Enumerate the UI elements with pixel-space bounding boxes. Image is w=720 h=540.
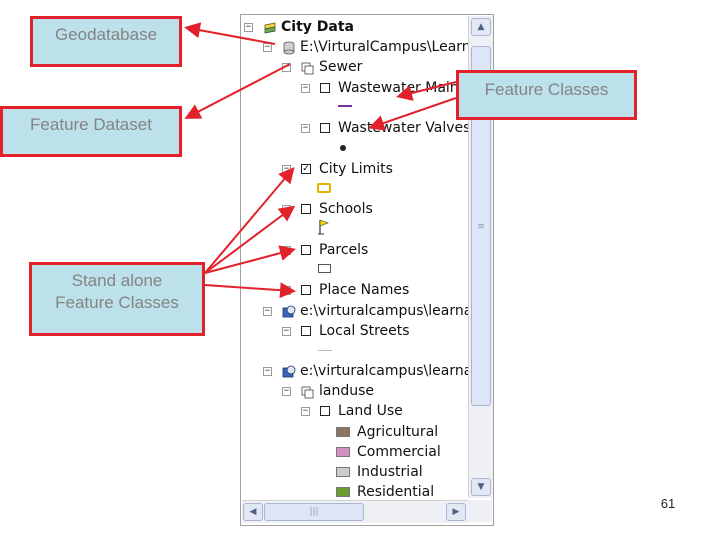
callout-arrows xyxy=(184,22,457,299)
page-number: 61 xyxy=(660,496,676,511)
